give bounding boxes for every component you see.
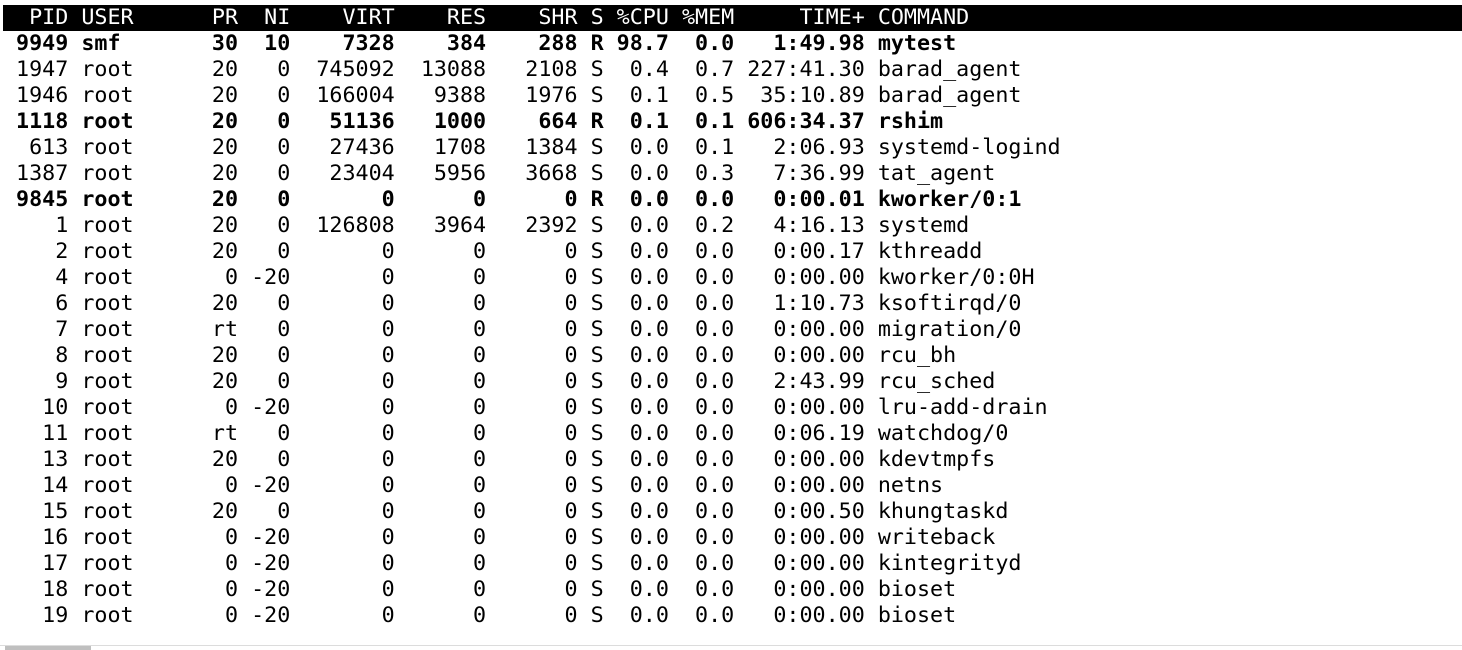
process-row: 2 root 20 0 0 0 0 S 0.0 0.0 0:00.17 kthr… [3, 239, 983, 264]
process-row: 1387 root 20 0 23404 5956 3668 S 0.0 0.3… [3, 161, 996, 186]
process-row: 17 root 0 -20 0 0 0 S 0.0 0.0 0:00.00 ki… [3, 551, 1022, 576]
window-bottom-border [0, 645, 1462, 646]
process-row: 10 root 0 -20 0 0 0 S 0.0 0.0 0:00.00 lr… [3, 395, 1048, 420]
process-row: 13 root 20 0 0 0 0 S 0.0 0.0 0:00.00 kde… [3, 447, 996, 472]
process-row: 613 root 20 0 27436 1708 1384 S 0.0 0.1 … [3, 135, 1061, 160]
process-row: 9949 smf 30 10 7328 384 288 R 98.7 0.0 1… [3, 31, 957, 56]
process-row: 19 root 0 -20 0 0 0 S 0.0 0.0 0:00.00 bi… [3, 603, 957, 628]
process-row: 18 root 0 -20 0 0 0 S 0.0 0.0 0:00.00 bi… [3, 577, 957, 602]
process-row: 9 root 20 0 0 0 0 S 0.0 0.0 2:43.99 rcu_… [3, 369, 996, 394]
process-row: 9845 root 20 0 0 0 0 R 0.0 0.0 0:00.01 k… [3, 187, 1022, 212]
terminal-window[interactable]: PID USER PR NI VIRT RES SHR S %CPU %MEM … [0, 0, 1462, 650]
process-row: 16 root 0 -20 0 0 0 S 0.0 0.0 0:00.00 wr… [3, 525, 996, 550]
process-row: 1118 root 20 0 51136 1000 664 R 0.1 0.1 … [3, 109, 944, 134]
column-header-row: PID USER PR NI VIRT RES SHR S %CPU %MEM … [3, 5, 970, 30]
process-row: 1947 root 20 0 745092 13088 2108 S 0.4 0… [3, 57, 1022, 82]
process-row: 15 root 20 0 0 0 0 S 0.0 0.0 0:00.50 khu… [3, 499, 1009, 524]
process-row: 7 root rt 0 0 0 0 S 0.0 0.0 0:00.00 migr… [3, 317, 1022, 342]
process-row: 6 root 20 0 0 0 0 S 0.0 0.0 1:10.73 ksof… [3, 291, 1022, 316]
process-row: 11 root rt 0 0 0 0 S 0.0 0.0 0:06.19 wat… [3, 421, 1009, 446]
process-row: 1946 root 20 0 166004 9388 1976 S 0.1 0.… [3, 83, 1022, 108]
process-row: 4 root 0 -20 0 0 0 S 0.0 0.0 0:00.00 kwo… [3, 265, 1035, 290]
process-row: 14 root 0 -20 0 0 0 S 0.0 0.0 0:00.00 ne… [3, 473, 944, 498]
process-row: 1 root 20 0 126808 3964 2392 S 0.0 0.2 4… [3, 213, 970, 238]
horizontal-scrollbar-thumb[interactable] [5, 646, 91, 650]
process-row: 8 root 20 0 0 0 0 S 0.0 0.0 0:00.00 rcu_… [3, 343, 957, 368]
